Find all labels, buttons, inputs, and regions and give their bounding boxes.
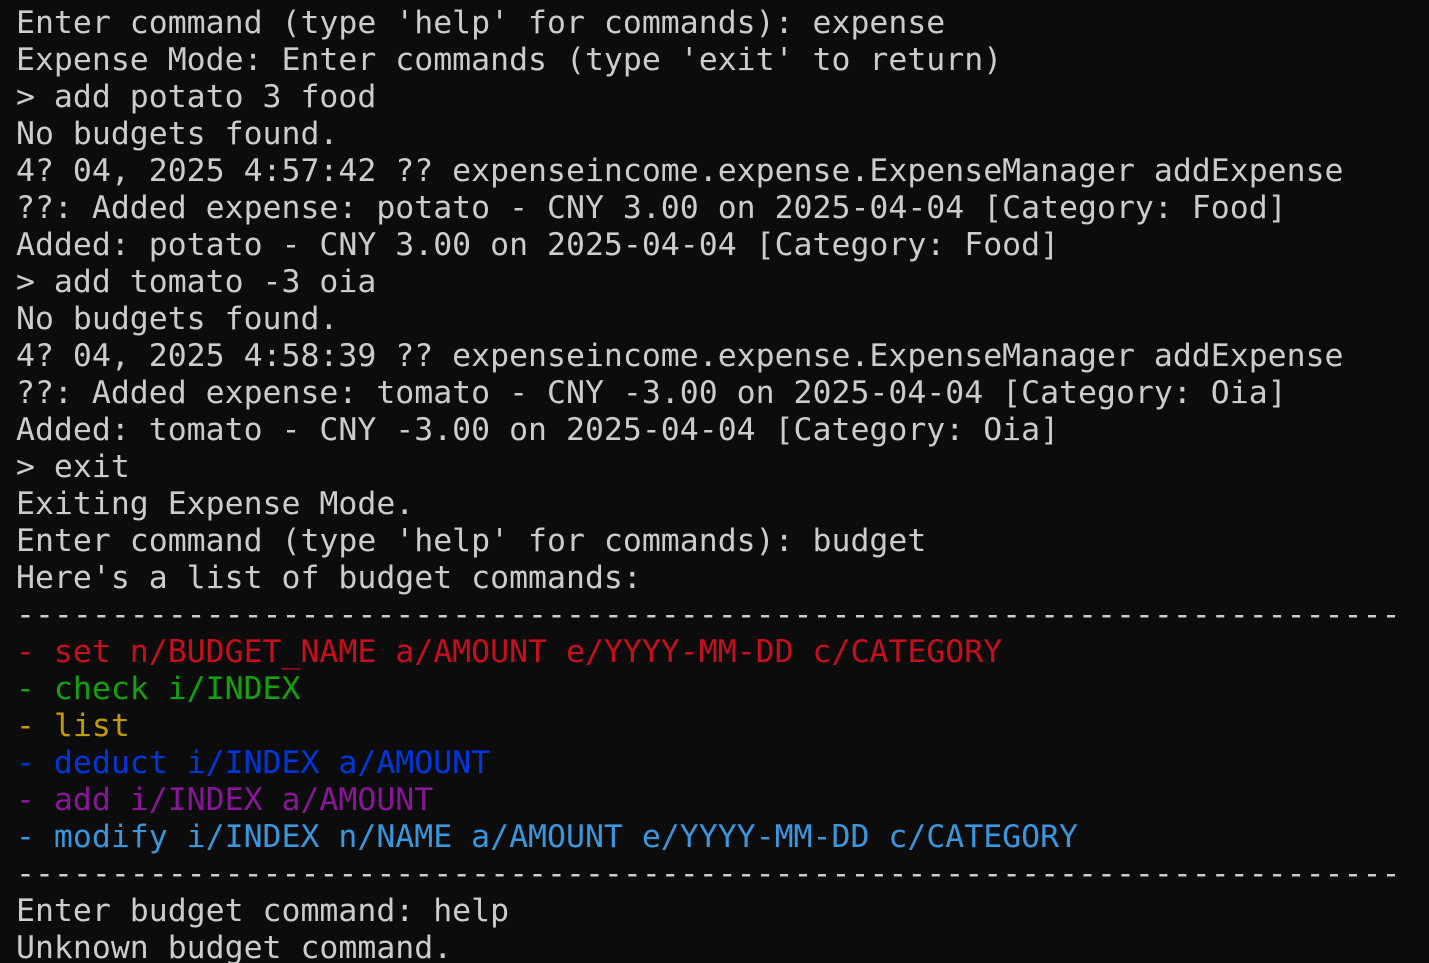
terminal-line: - list (16, 708, 130, 744)
terminal-line: - modify i/INDEX n/NAME a/AMOUNT e/YYYY-… (16, 819, 1079, 855)
terminal-line: Enter command (type 'help' for commands)… (16, 5, 946, 41)
terminal-line: No budgets found. (16, 116, 339, 152)
terminal-line: Enter budget command: help (16, 893, 510, 929)
terminal-line: - add i/INDEX a/AMOUNT (16, 782, 434, 818)
terminal-line: Added: tomato - CNY -3.00 on 2025-04-04 … (16, 412, 1060, 448)
terminal-line: > exit (16, 449, 130, 485)
terminal-line: Unknown budget command. (16, 930, 453, 963)
terminal-line: Enter command (type 'help' for commands)… (16, 523, 927, 559)
terminal-line: ----------------------------------------… (16, 597, 1401, 633)
terminal-window[interactable]: Enter command (type 'help' for commands)… (0, 0, 1429, 963)
terminal-line: ??: Added expense: potato - CNY 3.00 on … (16, 190, 1287, 226)
terminal-line: Here's a list of budget commands: (16, 560, 642, 596)
terminal-line: - check i/INDEX (16, 671, 301, 707)
terminal-line: ??: Added expense: tomato - CNY -3.00 on… (16, 375, 1287, 411)
terminal-line: No budgets found. (16, 301, 339, 337)
terminal-line: Expense Mode: Enter commands (type 'exit… (16, 42, 1003, 78)
terminal-line: Added: potato - CNY 3.00 on 2025-04-04 [… (16, 227, 1060, 263)
terminal-line: > add tomato -3 oia (16, 264, 377, 300)
terminal-line: Exiting Expense Mode. (16, 486, 415, 522)
terminal-line: 4? 04, 2025 4:57:42 ?? expenseincome.exp… (16, 153, 1344, 189)
terminal-line: - deduct i/INDEX a/AMOUNT (16, 745, 491, 781)
terminal-output: Enter command (type 'help' for commands)… (16, 5, 1429, 963)
terminal-line: ----------------------------------------… (16, 856, 1401, 892)
terminal-line: 4? 04, 2025 4:58:39 ?? expenseincome.exp… (16, 338, 1344, 374)
terminal-line: - set n/BUDGET_NAME a/AMOUNT e/YYYY-MM-D… (16, 634, 1003, 670)
terminal-line: > add potato 3 food (16, 79, 377, 115)
